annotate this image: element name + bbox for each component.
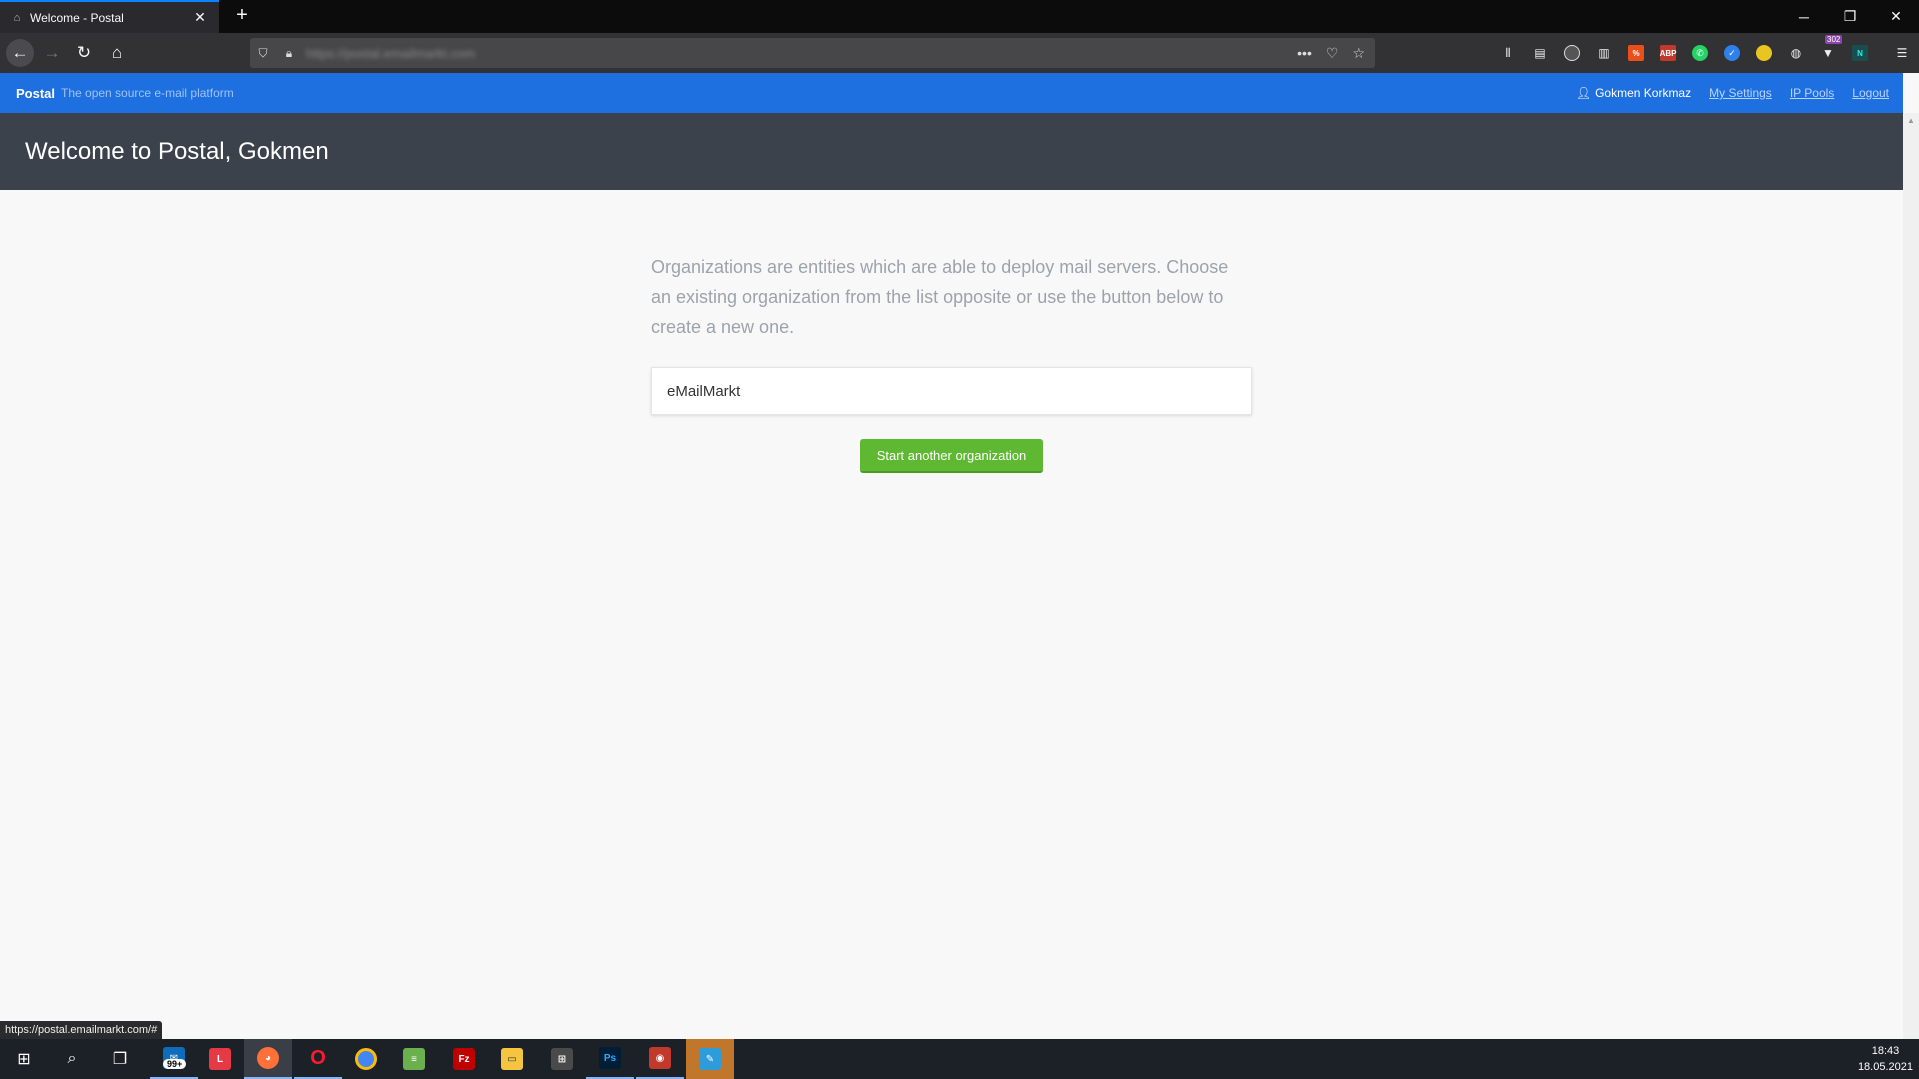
reload-icon[interactable]: ↻	[70, 39, 98, 67]
clock-time: 18:43	[1871, 1045, 1900, 1057]
new-tab-button[interactable]: +	[230, 4, 254, 27]
page-actions-icon[interactable]: •••	[1297, 45, 1312, 61]
draw-app-icon[interactable]: ✎	[686, 1039, 734, 1079]
page-scrollbar[interactable]: ▲	[1903, 113, 1919, 1039]
main-content: Organizations are entities which are abl…	[651, 252, 1252, 473]
back-arrow-icon[interactable]: ←	[6, 39, 34, 67]
browser-tab[interactable]: ⌂ Welcome - Postal ✕	[0, 0, 219, 33]
library-icon[interactable]: ⫴	[1495, 41, 1521, 65]
notepad-icon[interactable]: ≡	[390, 1039, 438, 1079]
chrome-icon[interactable]	[342, 1039, 390, 1079]
check-extension-icon[interactable]: ✓	[1719, 41, 1745, 65]
clock-date: 18.05.2021	[1857, 1061, 1913, 1073]
grammarly-icon[interactable]	[1559, 41, 1585, 65]
task-view-icon[interactable]: ❐	[96, 1039, 144, 1079]
windows-taskbar: ⊞ ⌕ ❐ ✉ 99+ L ◕ O ≡ Fz ▭ ⊞ Ps ◉ ✎ 18:43 …	[0, 1039, 1919, 1079]
shield-icon[interactable]: ⛉	[250, 46, 276, 61]
bookmark-star-icon[interactable]: ☆	[1352, 45, 1365, 62]
user-nav: 👤︎ Gokmen Korkmaz My Settings IP Pools L…	[1576, 73, 1889, 113]
shield-extension-icon[interactable]: ▼ 302	[1815, 35, 1843, 65]
lock-icon[interactable]: 🔒︎	[276, 46, 302, 61]
organization-list-item[interactable]: eMailMarkt	[651, 367, 1252, 415]
url-text[interactable]: https://postal.emailmarkt.com	[306, 46, 475, 61]
page-title: Welcome to Postal, Gokmen	[25, 137, 329, 165]
logout-link[interactable]: Logout	[1852, 86, 1889, 100]
adblock-icon[interactable]: ABP	[1655, 41, 1681, 65]
firefox-icon[interactable]: ◕	[244, 1039, 292, 1079]
yellow-extension-icon[interactable]	[1751, 41, 1777, 65]
photoshop-icon[interactable]: Ps	[586, 1039, 634, 1079]
filezilla-icon[interactable]: Fz	[440, 1039, 488, 1079]
mail-badge: 99+	[163, 1059, 187, 1069]
speed-extension-icon[interactable]: ◍	[1783, 41, 1809, 65]
extensions-toolbar: ⫴ ▤ ▥ % ABP ✆ ✓ ◍ ▼ 302 N ☰	[1495, 35, 1915, 65]
store-icon[interactable]: ⊞	[538, 1039, 586, 1079]
browser-toolbar: ← → ↻ ⌂ ⛉ 🔒︎ https://postal.emailmarkt.c…	[0, 33, 1919, 73]
user-icon: 👤︎	[1575, 86, 1592, 100]
browser-tab-strip: ⌂ Welcome - Postal ✕ + ─ ❐ ✕	[0, 0, 1919, 33]
tab-title: Welcome - Postal	[30, 10, 124, 25]
whatsapp-icon[interactable]: ✆	[1687, 41, 1713, 65]
home-icon[interactable]: ⌂	[103, 39, 131, 67]
intro-text: Organizations are entities which are abl…	[651, 257, 1229, 337]
app-header: Postal The open source e-mail platform 👤…	[0, 73, 1903, 113]
address-bar[interactable]: ⛉ 🔒︎ https://postal.emailmarkt.com ••• ♡…	[250, 38, 1375, 68]
status-url: https://postal.emailmarkt.com/#	[0, 1021, 163, 1039]
start-organization-button[interactable]: Start another organization	[859, 439, 1044, 473]
user-name: Gokmen Korkmaz	[1595, 86, 1692, 100]
pocket-icon[interactable]: ♡	[1326, 45, 1339, 62]
file-explorer-icon[interactable]: ▭	[488, 1039, 536, 1079]
forward-arrow-icon[interactable]: →	[38, 39, 66, 67]
n-extension-icon[interactable]: N	[1847, 41, 1873, 65]
ip-pools-link[interactable]: IP Pools	[1790, 86, 1834, 100]
brand-logo[interactable]: Postal	[16, 86, 55, 101]
page-header: Welcome to Postal, Gokmen	[0, 113, 1903, 190]
scroll-up-icon[interactable]: ▲	[1903, 116, 1919, 125]
camera-app-icon[interactable]: ◉	[636, 1039, 684, 1079]
my-settings-link[interactable]: My Settings	[1709, 86, 1772, 100]
extension-badge: 302	[1825, 35, 1843, 44]
tab-close-icon[interactable]: ✕	[189, 9, 211, 26]
restore-window-icon[interactable]: ❐	[1827, 0, 1873, 33]
hamburger-menu-icon[interactable]: ☰	[1889, 41, 1915, 65]
close-window-icon[interactable]: ✕	[1873, 0, 1919, 33]
ls-app-icon[interactable]: L	[196, 1039, 244, 1079]
minimize-window-icon[interactable]: ─	[1781, 0, 1827, 33]
system-clock[interactable]: 18:43 18.05.2021	[1858, 1043, 1913, 1075]
current-user: 👤︎ Gokmen Korkmaz	[1576, 86, 1691, 100]
search-icon[interactable]: ⌕	[48, 1039, 96, 1079]
sidebar-icon[interactable]: ▤	[1527, 41, 1553, 65]
windows-start-icon[interactable]: ⊞	[0, 1039, 48, 1079]
brand-tagline: The open source e-mail platform	[61, 86, 234, 100]
percent-extension-icon[interactable]: %	[1623, 41, 1649, 65]
opera-icon[interactable]: O	[294, 1039, 342, 1079]
ruler-icon[interactable]: ▥	[1591, 41, 1617, 65]
house-icon: ⌂	[13, 11, 21, 24]
